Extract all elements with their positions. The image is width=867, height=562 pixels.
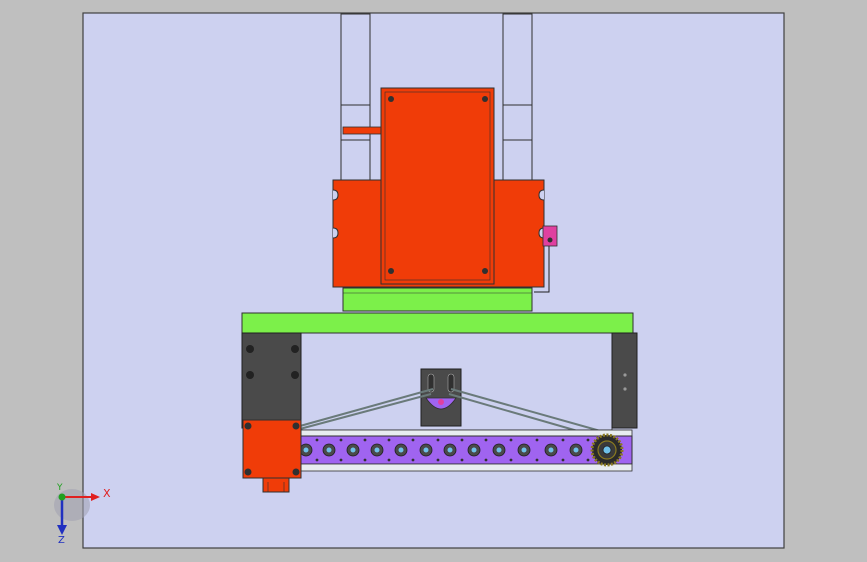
cad-window: X Y Z [0,0,867,562]
left-bracket[interactable] [241,332,302,429]
axis-z-label: Z [58,535,65,546]
axis-y-label: Y [56,483,63,493]
belt-tensioner[interactable] [420,368,462,427]
axis-y-dot-icon [58,493,66,501]
roller-track[interactable] [297,429,633,472]
axis-z-arrow-icon [57,525,67,535]
cad-viewport-svg[interactable]: X Y Z [0,0,867,562]
drive-rod[interactable] [342,126,382,135]
drive-pulley[interactable] [590,433,624,467]
right-bracket[interactable] [611,332,638,429]
axis-x-label: X [103,487,111,500]
